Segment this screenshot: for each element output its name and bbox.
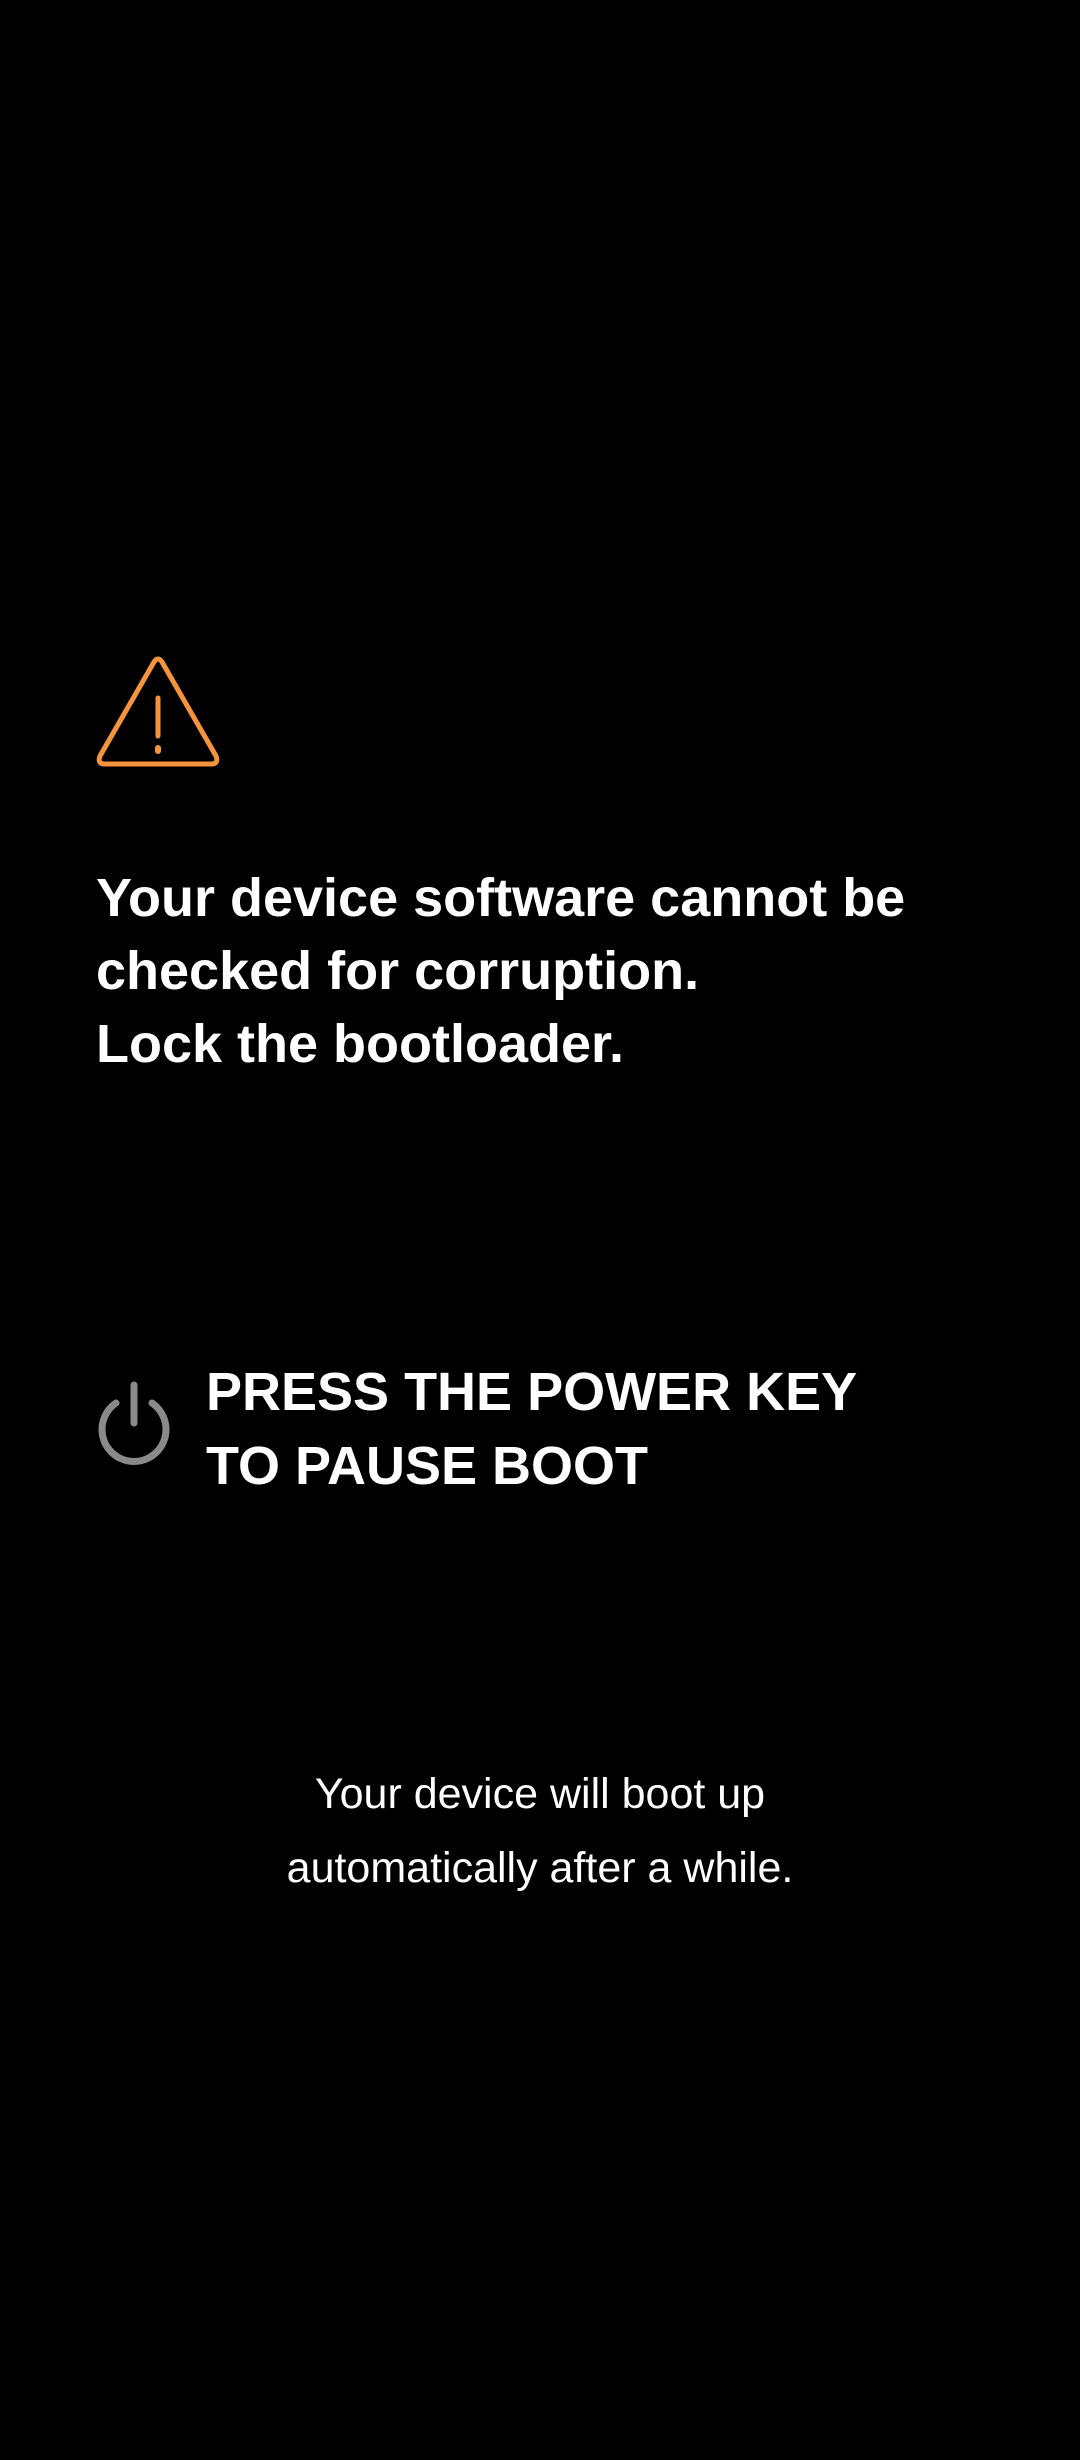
warning-line-1: Your device software cannot be xyxy=(96,868,906,928)
auto-boot-note: Your device will boot up automatically a… xyxy=(0,1757,1080,1905)
boot-note-line-2: automatically after a while. xyxy=(286,1844,794,1892)
warning-line-2: checked for corruption. xyxy=(96,941,700,1001)
power-prompt-line-1: PRESS THE POWER KEY xyxy=(206,1362,858,1422)
power-key-prompt: PRESS THE POWER KEY TO PAUSE BOOT xyxy=(96,1355,996,1505)
warning-line-3: Lock the bootloader. xyxy=(96,1014,625,1074)
power-prompt-line-2: TO PAUSE BOOT xyxy=(206,1436,649,1496)
power-icon xyxy=(98,1381,170,1465)
warning-triangle-icon xyxy=(96,656,220,767)
boot-note-line-1: Your device will boot up xyxy=(314,1770,766,1818)
warning-message: Your device software cannot be checked f… xyxy=(96,862,996,1081)
power-prompt-text: PRESS THE POWER KEY TO PAUSE BOOT xyxy=(206,1355,857,1503)
